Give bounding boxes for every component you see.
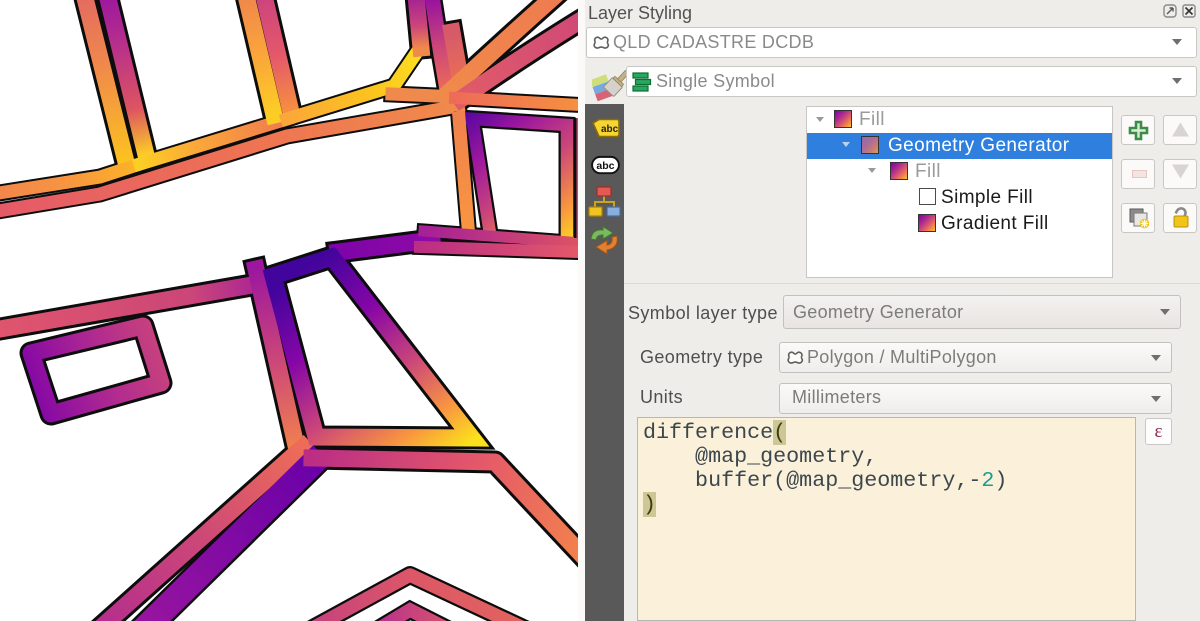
svg-text:abc: abc <box>596 160 614 172</box>
svg-text:abc: abc <box>601 124 619 135</box>
